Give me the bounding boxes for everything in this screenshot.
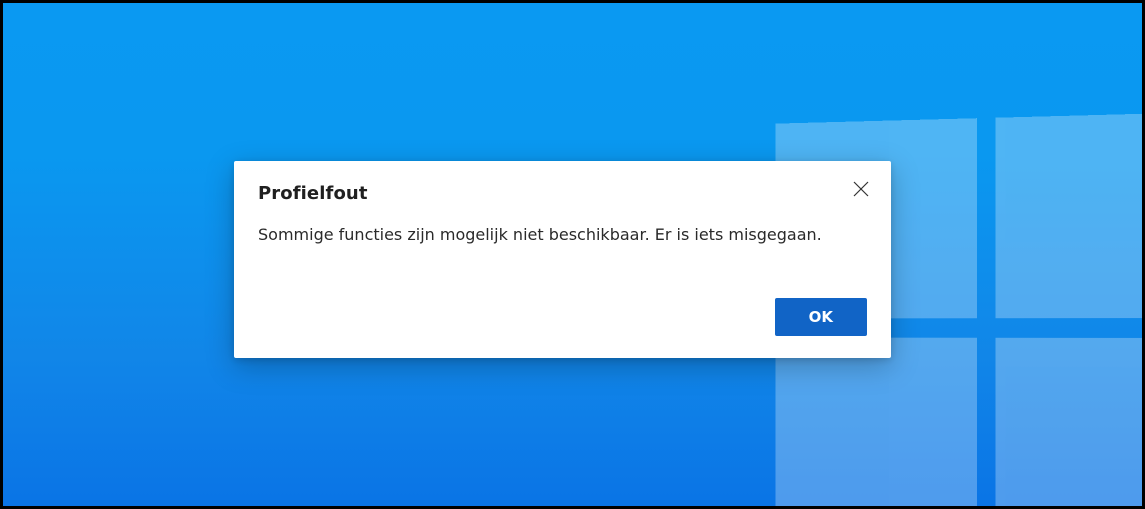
dialog-actions: OK <box>258 298 867 336</box>
desktop-background: Profielfout Sommige functies zijn mogeli… <box>0 0 1145 509</box>
close-button[interactable] <box>851 179 871 199</box>
dialog-title: Profielfout <box>258 183 368 204</box>
error-dialog: Profielfout Sommige functies zijn mogeli… <box>234 161 891 358</box>
dialog-header: Profielfout <box>258 183 867 204</box>
ok-button[interactable]: OK <box>775 298 867 336</box>
dialog-message: Sommige functies zijn mogelijk niet besc… <box>258 224 867 246</box>
close-icon <box>853 185 869 200</box>
